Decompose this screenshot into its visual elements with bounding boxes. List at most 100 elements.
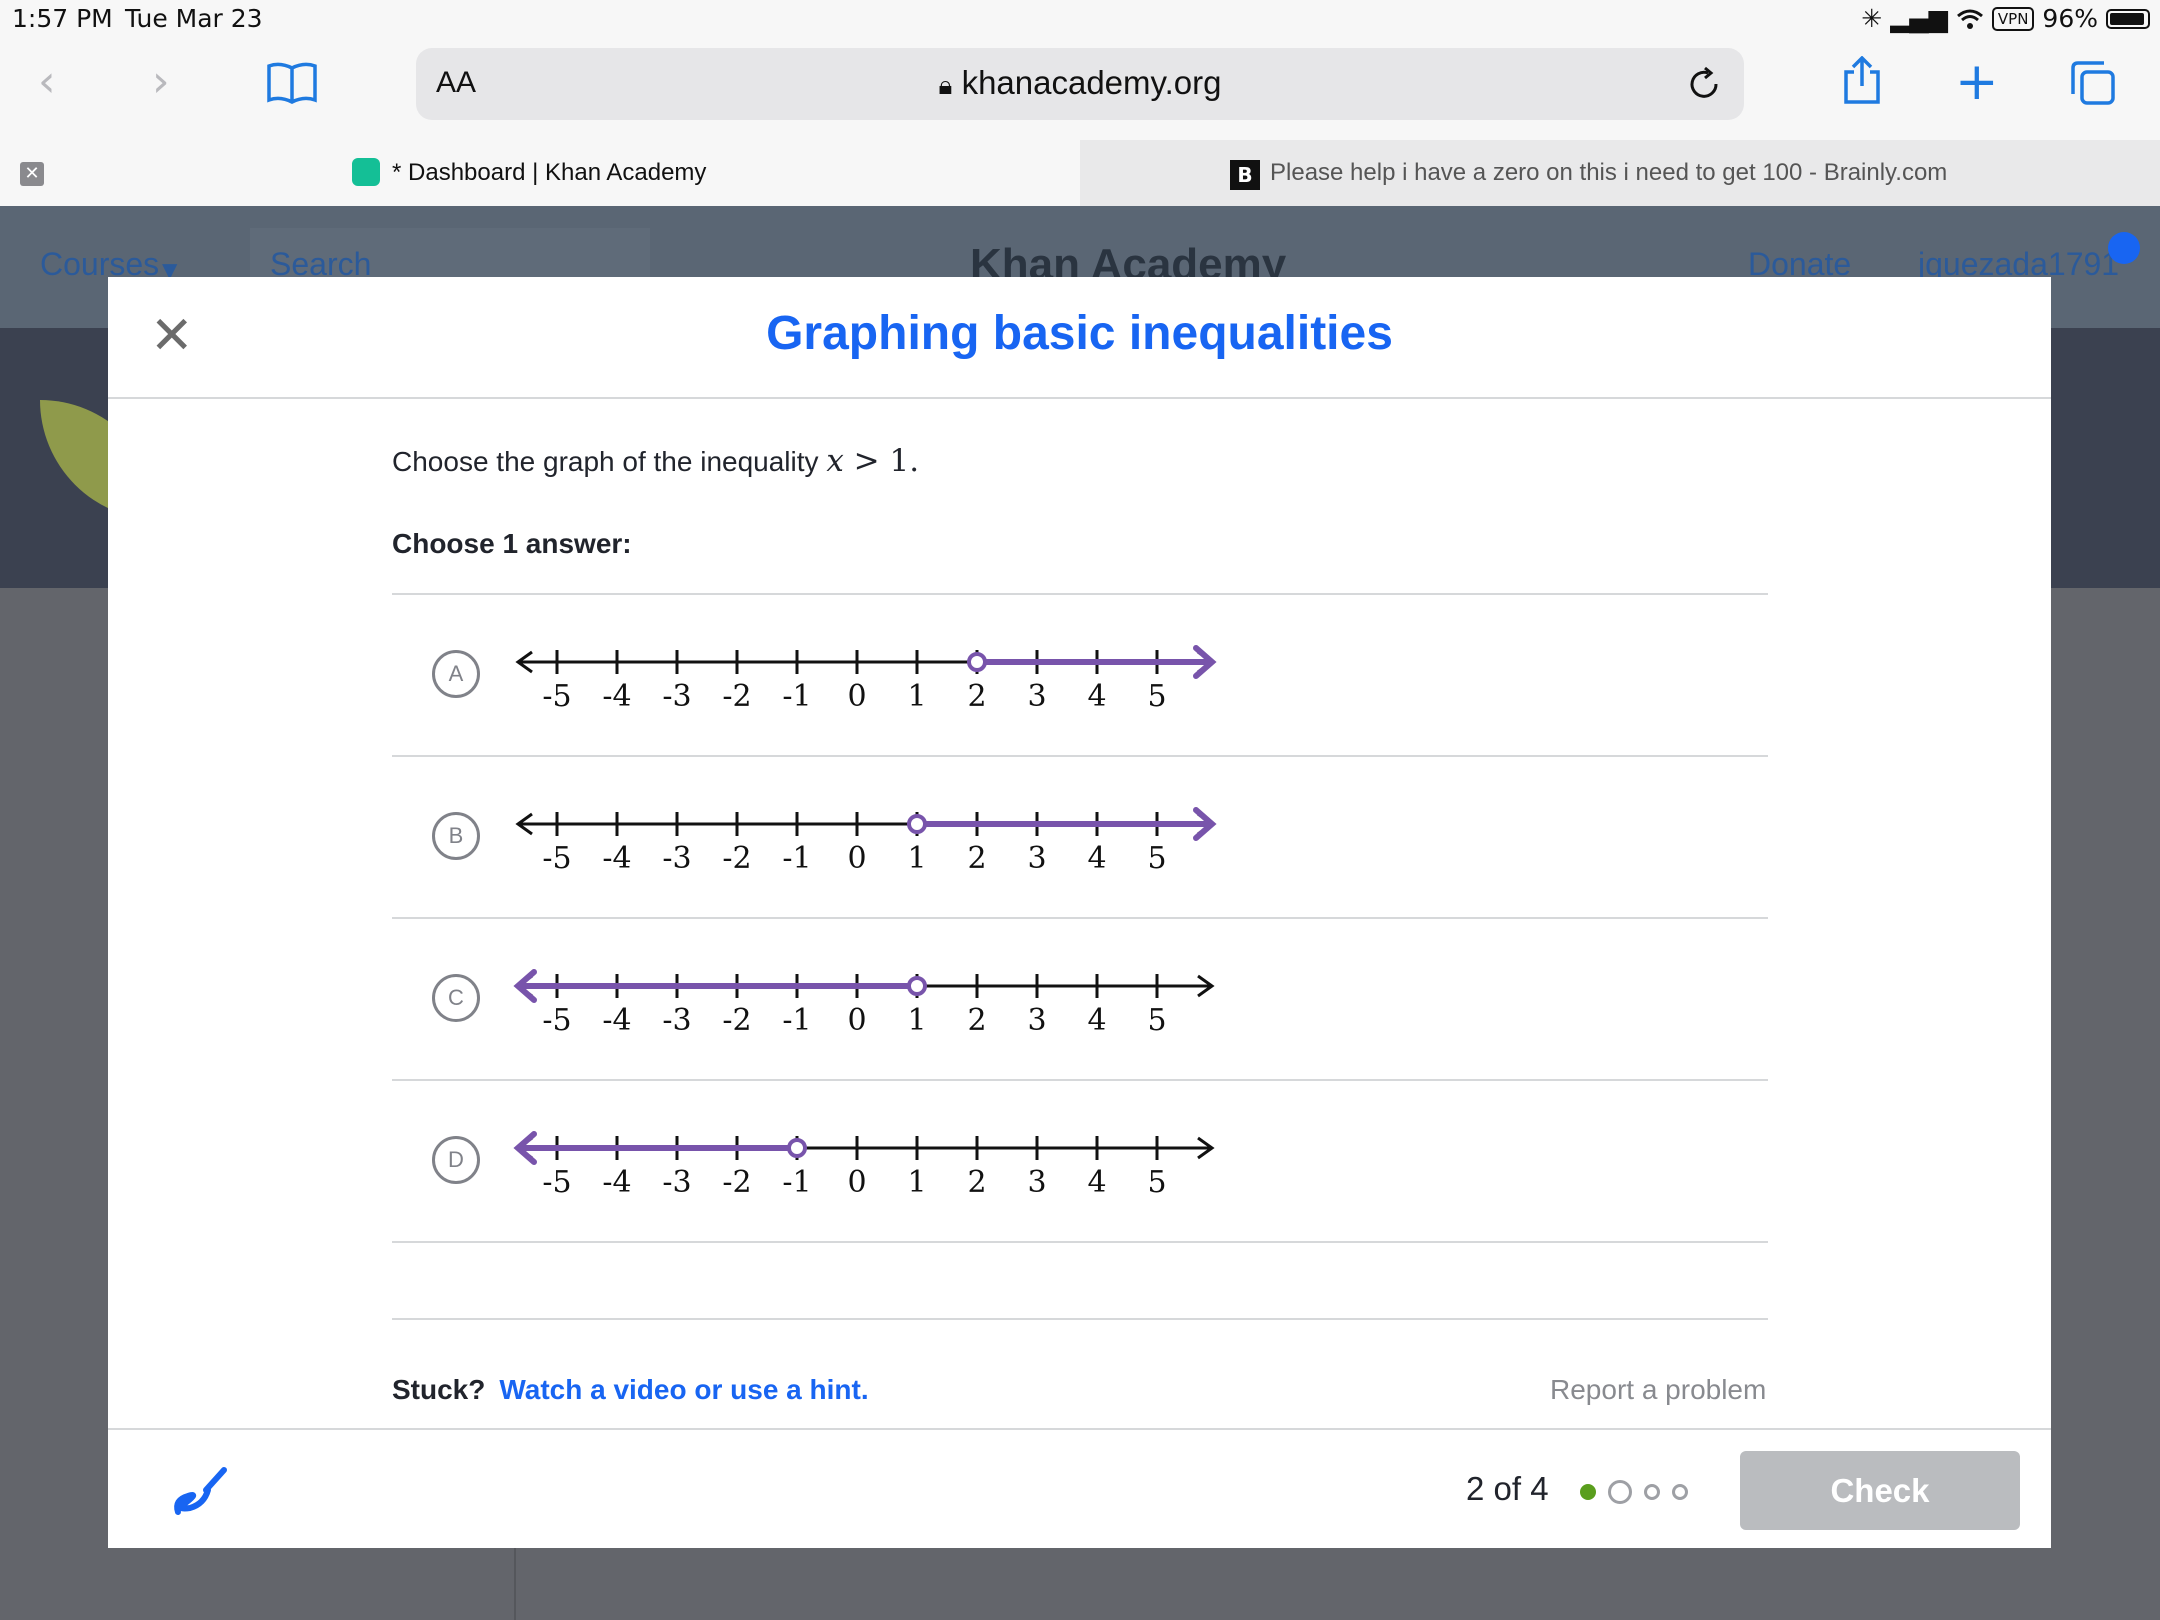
boundary-point [907,976,927,996]
notification-badge [2108,232,2140,264]
tick-label: 0 [847,1165,866,1200]
forward-icon[interactable]: › [152,56,170,107]
status-right: ✳ ▂▄▆ VPN 96% [1861,4,2150,33]
tick-label: 1 [907,679,926,714]
battery-icon [2106,8,2150,29]
hint-link[interactable]: Watch a video or use a hint. [499,1374,868,1405]
share-icon[interactable] [1842,56,1882,106]
status-date: Tue Mar 23 [125,4,263,33]
tick-label: 2 [967,841,986,876]
new-tab-icon[interactable]: + [1955,52,1999,112]
tick-label: -2 [722,679,751,714]
tick-label: -5 [542,1003,571,1038]
choose-label: Choose 1 answer: [392,528,632,559]
tick-label: -1 [782,1165,811,1200]
tick-label: -5 [542,1165,571,1200]
khan-favicon-icon [352,158,380,186]
tick-label: 2 [967,1165,986,1200]
exercise-title: Graphing basic inequalities [766,307,1393,360]
header-divider [108,397,2051,399]
tick-label: 2 [967,1003,986,1038]
question-prefix: Choose the graph of the inequality [392,446,827,477]
tick-label: -5 [542,679,571,714]
tab-dashboard[interactable]: ✕ * Dashboard | Khan Academy [0,140,1080,206]
progress-dots [1580,1480,1688,1504]
option-letter: A [432,650,480,698]
tick-label: 1 [907,1165,926,1200]
boundary-point [967,652,987,672]
close-tab-icon[interactable]: ✕ [20,162,44,186]
option-divider [392,1241,1768,1243]
tab-title-brainly: Please help i have a zero on this i need… [1270,159,1948,186]
report-problem-link[interactable]: Report a problem [1550,1374,1766,1406]
url-host: khanacademy.org [961,64,1222,101]
tick-label: -4 [602,679,631,714]
stuck-section: Stuck? Watch a video or use a hint. [392,1374,869,1406]
reload-icon[interactable] [1686,66,1722,102]
question-suffix: . [909,443,920,479]
footer-divider [108,1428,2051,1430]
tick-label: -4 [602,1165,631,1200]
stuck-label: Stuck? [392,1374,486,1405]
tick-label: -3 [662,679,691,714]
tab-brainly[interactable]: B Please help i have a zero on this i ne… [1080,140,2160,206]
question-number: 1 [889,443,910,479]
boundary-point [787,1138,807,1158]
tick-label: -1 [782,1003,811,1038]
question-variable: x [826,443,844,479]
progress-dot [1672,1484,1688,1500]
tick-label: 3 [1027,679,1046,714]
tick-label: -1 [782,841,811,876]
tick-label: -2 [722,841,751,876]
progress-dot [1644,1484,1660,1500]
option-divider [392,1318,1768,1320]
tick-label: 5 [1147,1003,1166,1038]
tick-label: -1 [782,679,811,714]
tick-label: 5 [1147,679,1166,714]
tick-label: -3 [662,841,691,876]
tick-label: 1 [907,841,926,876]
site-divider [514,1548,516,1620]
answer-option-b[interactable]: B -5 -4 -3 -2 -1 0 1 2 3 4 5 [392,757,1768,917]
tick-label: 3 [1027,1165,1046,1200]
tabs-overview-icon[interactable] [2070,60,2116,106]
answer-option-d[interactable]: D -5 -4 -3 -2 -1 0 1 2 3 4 5 [392,1081,1768,1241]
bookmarks-icon[interactable] [266,62,318,104]
tick-label: 1 [907,1003,926,1038]
number-line-graph: -5 -4 -3 -2 -1 0 1 2 3 4 5 [513,1131,1215,1200]
tick-label: 0 [847,1003,866,1038]
tick-label: 5 [1147,1165,1166,1200]
back-icon[interactable]: ‹ [38,56,56,107]
tick-label: -3 [662,1165,691,1200]
number-line-graph: -5 -4 -3 -2 -1 0 1 2 3 4 5 [515,807,1217,876]
brainly-favicon-icon: B [1230,160,1260,190]
tab-title-dashboard: * Dashboard | Khan Academy [392,159,707,186]
tick-label: 3 [1027,1003,1046,1038]
question-text: Choose the graph of the inequality x > 1… [392,443,919,479]
boundary-point [907,814,927,834]
address-bar[interactable]: AA 🔒︎ khanacademy.org [416,48,1744,120]
battery-percent: 96% [2042,4,2098,33]
tick-label: -2 [722,1165,751,1200]
tick-label: -5 [542,841,571,876]
tick-label: 4 [1087,1003,1106,1038]
option-letter: C [432,974,480,1022]
tick-label: 4 [1087,1165,1106,1200]
scratchpad-icon[interactable] [170,1460,230,1520]
number-line-graph: -5 -4 -3 -2 -1 0 1 2 3 4 5 [513,969,1215,1038]
question-operator: > [843,443,890,479]
loading-icon: ✳ [1861,4,1883,33]
tick-label: -3 [662,1003,691,1038]
answer-option-a[interactable]: A -5 -4 -3 -2 -1 0 1 2 3 4 5 [392,595,1768,755]
progress-text: 2 of 4 [1466,1470,1549,1507]
progress-dot [1608,1480,1632,1504]
tick-label: 0 [847,841,866,876]
check-button[interactable]: Check [1740,1451,2020,1530]
option-letter: D [432,1136,480,1184]
tick-label: 4 [1087,679,1106,714]
cellular-icon: ▂▄▆ [1890,4,1948,33]
answer-option-c[interactable]: C -5 -4 -3 -2 -1 0 1 2 3 4 5 [392,919,1768,1079]
lock-icon: 🔒︎ [938,70,953,100]
vpn-badge: VPN [1991,6,2035,31]
url-text: 🔒︎ khanacademy.org [416,64,1744,102]
